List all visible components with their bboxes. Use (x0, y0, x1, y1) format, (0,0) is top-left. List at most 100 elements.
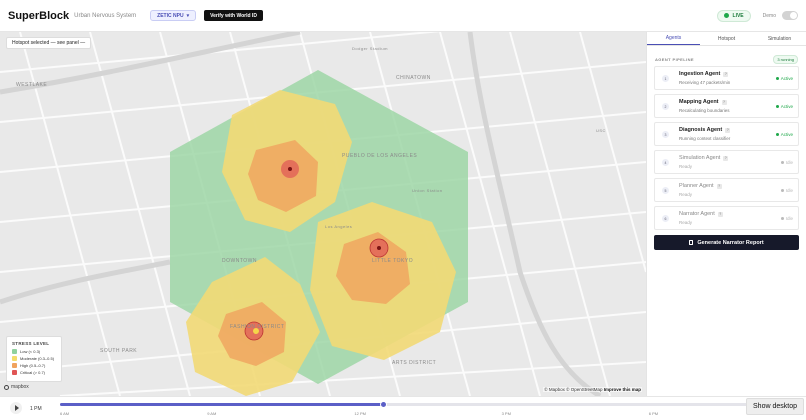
map-svg: CHINATOWN WESTLAKE PUEBLO DE LOS ANGELES… (0, 32, 646, 396)
agent-panel: Agents Hotspot Simulation AGENT PIPELINE… (646, 32, 806, 396)
improve-map-link[interactable]: Improve this map (604, 387, 641, 392)
live-dot-icon (723, 13, 729, 18)
agent-status: Active (775, 104, 793, 109)
city-selector[interactable]: ZETIC NPU ▾ (150, 10, 197, 21)
agent-name-text: Narrator Agent (679, 211, 715, 217)
info-icon[interactable]: ? (723, 71, 729, 77)
verify-world-id-button[interactable]: Verify with World ID (204, 10, 263, 21)
timeline-bar: 1 PM 6 AM9 AM12 PM3 PM6 PM9 PM Show desk… (0, 396, 806, 420)
agent-name-text: Planner Agent (679, 183, 714, 189)
timeline-slider[interactable] (60, 401, 796, 408)
legend-label: Critical (> 0.7) (20, 370, 46, 375)
agent-list: 1 Ingestion Agent? Receiving 47 packets/mi… (647, 64, 806, 230)
generate-report-button[interactable]: Generate Narrator Report (654, 235, 799, 250)
document-icon (689, 240, 694, 245)
agent-status: Idle (780, 216, 793, 221)
agent-name-text: Simulation Agent (679, 155, 721, 161)
agent-name: Ingestion Agent? (679, 71, 729, 77)
agent-status: Active (775, 76, 793, 81)
legend-label: Low (< 0.3) (20, 349, 41, 354)
agent-name-text: Ingestion Agent (679, 71, 721, 77)
agent-description: Ready (679, 164, 693, 169)
timeline-thumb[interactable] (380, 401, 388, 408)
agent-status: Active (775, 132, 793, 137)
hotspot-selected-chip[interactable]: Hotspot selected — see panel — (6, 37, 92, 49)
demo-toggle[interactable] (782, 11, 798, 20)
timeline-tick: 9 AM (207, 411, 217, 416)
timeline-tick: 6 PM (648, 411, 659, 416)
status-dot-icon (780, 217, 784, 220)
agent-index: 4 (662, 159, 669, 166)
map-canvas[interactable]: CHINATOWN WESTLAKE PUEBLO DE LOS ANGELES… (0, 32, 646, 396)
legend-item: High (0.5–0.7) (12, 363, 56, 368)
map-label-westlake: WESTLAKE (16, 82, 47, 88)
map-label-union-station: Union Station (412, 188, 443, 193)
demo-label: Demo (762, 12, 776, 19)
generate-report-label: Generate Narrator Report (697, 239, 764, 246)
legend-swatch-high (12, 363, 17, 368)
mapbox-logo-text: mapbox (11, 384, 29, 390)
agent-status-text: Idle (785, 188, 793, 193)
agent-description: Ready (679, 192, 693, 197)
map-label-south-park: SOUTH PARK (100, 348, 137, 354)
agent-status: Idle (780, 160, 793, 165)
status-dot-icon (775, 105, 779, 108)
agent-description: Recalculating boundaries (679, 108, 730, 113)
legend-swatch-critical (12, 370, 17, 375)
agent-name: Planner Agent? (679, 183, 722, 189)
legend-swatch-moderate (12, 356, 17, 361)
tab-hotspot[interactable]: Hotspot (700, 32, 753, 45)
status-dot-icon (775, 77, 779, 80)
legend-item: Low (< 0.3) (12, 349, 56, 354)
agent-status-text: Idle (785, 216, 793, 221)
info-icon[interactable]: ? (717, 211, 723, 217)
info-icon[interactable]: ? (725, 127, 731, 133)
agent-status-text: Active (780, 104, 793, 109)
top-bar: SuperBlock Urban Nervous System ZETIC NP… (0, 0, 806, 32)
brand-logo: SuperBlock (8, 9, 70, 22)
map-label-downtown: DOWNTOWN (222, 258, 257, 264)
mapbox-logo[interactable]: mapbox (4, 384, 29, 390)
agent-card[interactable]: 1 Ingestion Agent? Receiving 47 packets/mi… (654, 66, 799, 90)
play-button[interactable] (10, 402, 22, 414)
agent-card[interactable]: 2 Mapping Agent? Recalculating boundaries A… (654, 94, 799, 118)
city-selector-label: ZETIC NPU (157, 12, 184, 19)
legend-item: Moderate (0.3–0.5) (12, 356, 56, 361)
running-count-badge: 3 running (773, 54, 798, 64)
map-label-usc: USC (596, 128, 606, 133)
agent-name: Simulation Agent? (679, 155, 729, 161)
map-label-little-tokyo: LITTLE TOKYO (372, 258, 413, 264)
agent-card[interactable]: 6 Narrator Agent? Ready Idle (654, 206, 799, 230)
agent-card[interactable]: 4 Simulation Agent? Ready Idle (654, 150, 799, 174)
agent-name: Mapping Agent? (679, 99, 727, 105)
tab-simulation[interactable]: Simulation (753, 32, 806, 45)
map-label-arts: ARTS DISTRICT (392, 360, 436, 366)
agent-index: 1 (662, 75, 669, 82)
agent-name: Narrator Agent? (679, 211, 723, 217)
legend-swatch-low (12, 349, 17, 354)
agent-index: 2 (662, 103, 669, 110)
agent-card[interactable]: 3 Diagnosis Agent? Running context classif… (654, 122, 799, 146)
agent-name-text: Diagnosis Agent (679, 127, 723, 133)
header-right: LIVE Demo (716, 9, 798, 22)
status-dot-icon (780, 161, 784, 164)
tab-agents[interactable]: Agents (647, 32, 700, 45)
info-icon[interactable]: ? (716, 183, 722, 189)
legend-title: STRESS LEVEL (12, 341, 50, 346)
brand-subtitle: Urban Nervous System (74, 12, 137, 19)
current-time-label: 1 PM (30, 406, 42, 412)
attribution-text[interactable]: © Mapbox © OpenStreetMap (544, 387, 602, 392)
agent-card[interactable]: 5 Planner Agent? Ready Idle (654, 178, 799, 202)
live-label: LIVE (732, 12, 744, 19)
agent-index: 6 (662, 215, 669, 222)
map-label-chinatown: CHINATOWN (396, 75, 431, 81)
timeline-tick: 12 PM (354, 411, 366, 416)
agent-index: 3 (662, 131, 669, 138)
info-icon[interactable]: ? (721, 99, 727, 105)
info-icon[interactable]: ? (723, 155, 729, 161)
live-badge: LIVE (716, 9, 751, 22)
legend-item: Critical (> 0.7) (12, 370, 56, 375)
agent-description: Running context classifier (679, 136, 731, 141)
section-title: AGENT PIPELINE (655, 56, 694, 62)
show-desktop-button[interactable]: Show desktop (746, 398, 804, 415)
